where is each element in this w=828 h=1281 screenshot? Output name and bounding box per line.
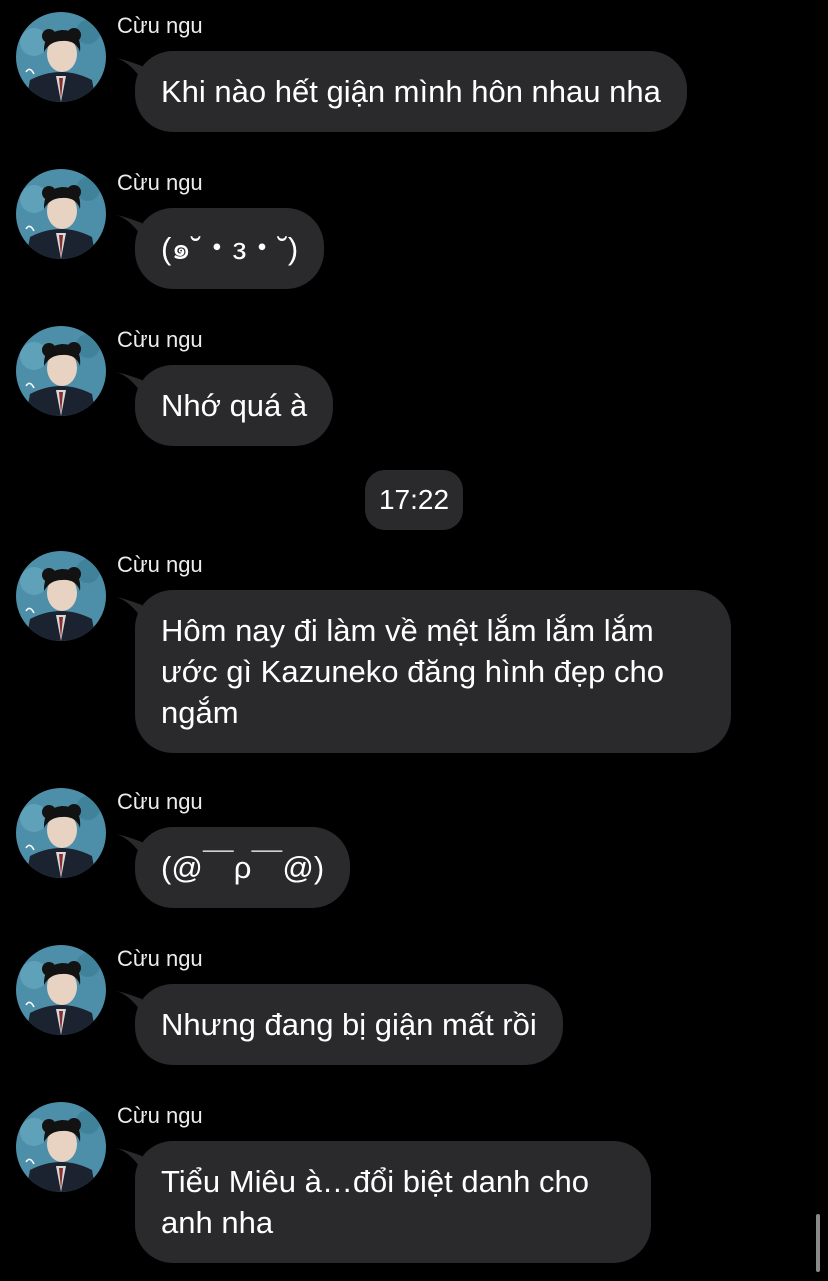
message-bubble[interactable]: Khi nào hết giận mình hôn nhau nha [135,51,687,132]
message-bubble[interactable]: Hôm nay đi làm về mệt lắm lắm lắm ước gì… [135,590,731,753]
message-bubble[interactable]: (๑˘・з・˘) [135,208,325,289]
profile-avatar-icon[interactable] [16,1102,106,1192]
message-bubble[interactable]: (@￣ρ￣@) [135,827,351,908]
message-bubble[interactable]: Nhớ quá à [135,365,334,446]
profile-avatar-icon[interactable] [16,326,106,416]
profile-avatar-icon[interactable] [16,169,106,259]
message-bubble[interactable]: Nhưng đang bị giận mất rồi [135,984,563,1065]
message-bubble[interactable]: Tiểu Miêu à…đổi biệt danh cho anh nha [135,1141,651,1263]
scrollbar[interactable] [816,1214,820,1272]
sender-name: Cừu ngu [117,170,203,195]
sender-name: Cừu ngu [117,552,203,577]
timestamp-badge: 17:22 [365,470,463,530]
profile-avatar-icon[interactable] [16,551,106,641]
sender-name: Cừu ngu [117,946,203,971]
sender-name: Cừu ngu [117,789,203,814]
sender-name: Cừu ngu [117,13,203,38]
sender-name: Cừu ngu [117,327,203,352]
profile-avatar-icon[interactable] [16,788,106,878]
sender-name: Cừu ngu [117,1103,203,1128]
profile-avatar-icon[interactable] [16,12,106,102]
chat-thread: Cừu ngu Khi nào hết giận mình hôn nhau n… [0,0,828,1281]
profile-avatar-icon[interactable] [16,945,106,1035]
